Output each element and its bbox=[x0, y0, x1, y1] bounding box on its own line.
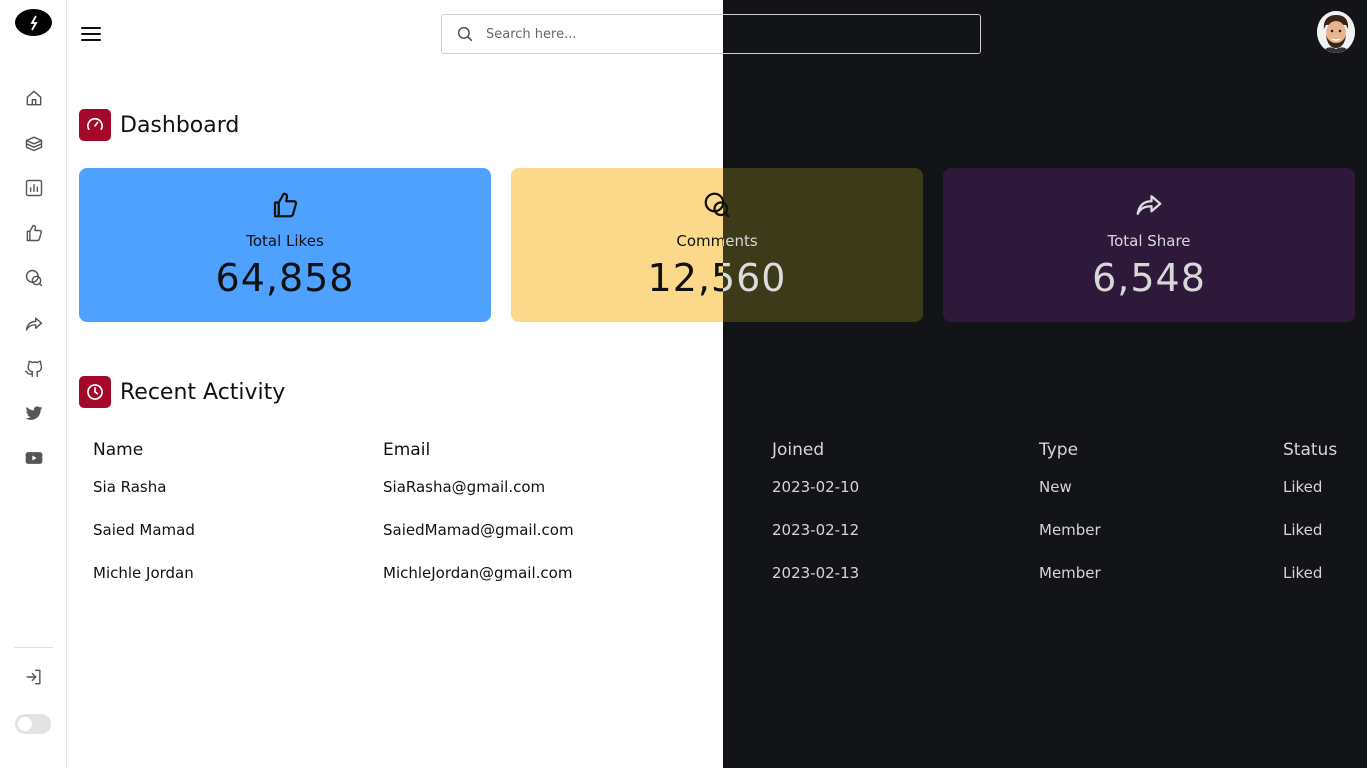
search-bar bbox=[441, 14, 981, 54]
thumbs-up-icon bbox=[26, 224, 42, 242]
card-value: 12,560 bbox=[511, 256, 923, 300]
home-icon bbox=[26, 90, 42, 106]
clock-icon bbox=[79, 376, 111, 408]
cell-email: SiaRasha@gmail.com bbox=[383, 478, 546, 496]
cell-type: Member bbox=[1039, 564, 1101, 582]
comments-icon bbox=[25, 269, 43, 287]
cell-status: Liked bbox=[1283, 521, 1323, 539]
files-icon bbox=[25, 136, 43, 152]
cell-email: MichleJordan@gmail.com bbox=[383, 564, 573, 582]
sidebar-item-comments[interactable] bbox=[23, 267, 45, 289]
column-header-type: Type bbox=[1039, 440, 1079, 460]
sidebar bbox=[0, 0, 67, 768]
logo-icon bbox=[29, 15, 38, 30]
table-row: Sia Rasha SiaRasha@gmail.com 2023-02-10 … bbox=[79, 468, 1354, 511]
column-header-status: Status bbox=[1283, 440, 1338, 460]
avatar-icon bbox=[1317, 11, 1355, 53]
sidebar-item-analytics[interactable] bbox=[23, 177, 45, 199]
recent-activity-heading: Recent Activity bbox=[79, 376, 285, 408]
sidebar-item-github[interactable] bbox=[23, 357, 45, 379]
app-logo[interactable] bbox=[15, 9, 52, 36]
card-value: 6,548 bbox=[1092, 256, 1206, 300]
card-label: Comments bbox=[511, 232, 923, 250]
card-label: Total Share bbox=[1107, 232, 1191, 250]
cell-status: Liked bbox=[1283, 564, 1323, 582]
menu-icon bbox=[81, 27, 101, 29]
avatar[interactable] bbox=[1317, 11, 1355, 53]
share-icon bbox=[1136, 195, 1162, 215]
comments-card: Comments 12,560 bbox=[511, 168, 923, 322]
share-icon bbox=[25, 317, 43, 331]
cell-status: Liked bbox=[1283, 478, 1323, 496]
cell-joined: 2023-02-10 bbox=[772, 478, 860, 496]
sidebar-item-youtube[interactable] bbox=[23, 447, 45, 469]
dashboard-heading: Dashboard bbox=[79, 109, 239, 141]
table-header-row: Name Email Joined Type Status bbox=[79, 432, 1354, 468]
sidebar-item-files[interactable] bbox=[23, 132, 45, 154]
search-icon bbox=[457, 26, 473, 42]
card-value: 64,858 bbox=[215, 256, 355, 300]
chart-icon bbox=[25, 179, 43, 197]
cell-email: SaiedMamad@gmail.com bbox=[383, 521, 574, 539]
cell-joined: 2023-02-12 bbox=[772, 521, 860, 539]
table-row: Saied Mamad SaiedMamad@gmail.com 2023-02… bbox=[79, 511, 1354, 554]
logout-button[interactable] bbox=[23, 666, 45, 688]
sidebar-item-home[interactable] bbox=[23, 87, 45, 109]
youtube-icon bbox=[25, 452, 43, 464]
menu-toggle-button[interactable] bbox=[81, 27, 101, 41]
total-likes-card: Total Likes 64,858 bbox=[79, 168, 491, 322]
sidebar-item-likes[interactable] bbox=[23, 222, 45, 244]
cell-type: New bbox=[1039, 478, 1072, 496]
table-row: Michle Jordan MichleJordan@gmail.com 202… bbox=[79, 554, 1354, 597]
thumbs-up-icon bbox=[273, 192, 298, 218]
activity-table: Name Email Joined Type Status Sia Rasha … bbox=[79, 432, 1354, 597]
speedometer-icon bbox=[79, 109, 111, 141]
cell-type: Member bbox=[1039, 521, 1101, 539]
cell-joined: 2023-02-13 bbox=[772, 564, 860, 582]
twitter-icon bbox=[25, 406, 43, 420]
sidebar-item-twitter[interactable] bbox=[23, 402, 45, 424]
page-title: Dashboard bbox=[120, 112, 240, 138]
column-header-name: Name bbox=[93, 440, 144, 460]
sidebar-divider bbox=[14, 647, 53, 648]
search-input[interactable] bbox=[486, 24, 706, 44]
comments-icon bbox=[704, 192, 730, 218]
logout-icon bbox=[26, 669, 41, 685]
sidebar-item-share[interactable] bbox=[23, 313, 45, 335]
column-header-email: Email bbox=[383, 440, 431, 460]
total-share-card: Total Share 6,548 bbox=[943, 168, 1355, 322]
cell-name: Michle Jordan bbox=[93, 564, 194, 582]
section-title: Recent Activity bbox=[120, 379, 286, 405]
column-header-joined: Joined bbox=[772, 440, 825, 460]
github-icon bbox=[24, 360, 43, 378]
dark-theme-preview-area bbox=[723, 0, 1367, 768]
theme-toggle[interactable] bbox=[15, 714, 51, 734]
cell-name: Sia Rasha bbox=[93, 478, 167, 496]
card-label: Total Likes bbox=[246, 232, 324, 250]
cell-name: Saied Mamad bbox=[93, 521, 195, 539]
